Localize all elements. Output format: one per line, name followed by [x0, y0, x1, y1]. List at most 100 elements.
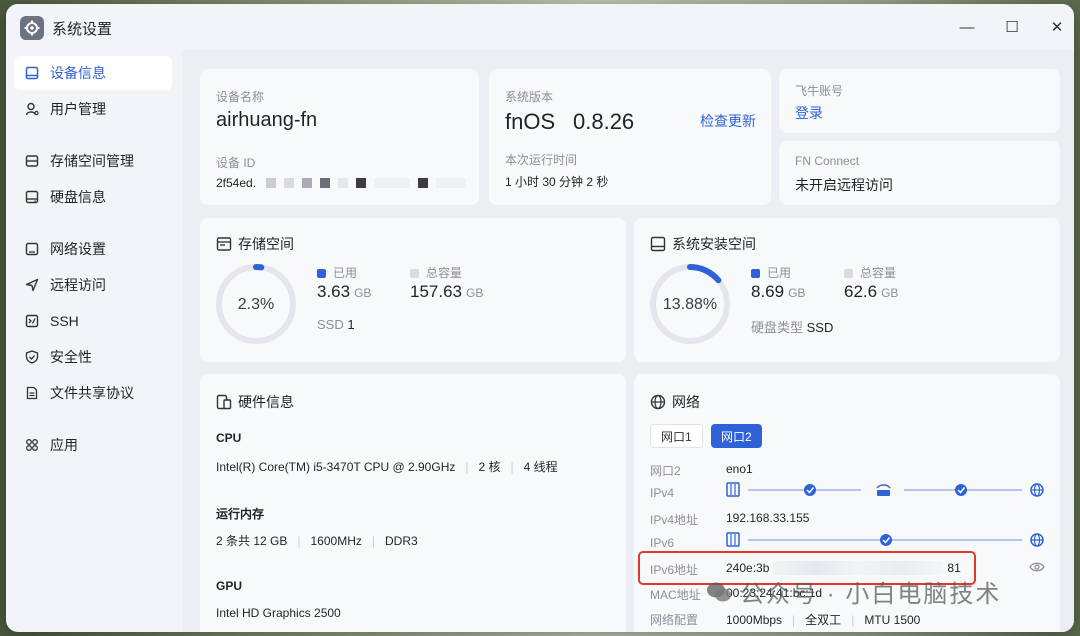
total-dot: [844, 269, 853, 279]
used-label: 已用: [767, 266, 792, 280]
system-space-card: 系统安装空间 13.88% 已用 8.69 GB 总容量 62.6 GB 硬盘类型 …: [634, 218, 1060, 362]
mem-count: 2 条共 12 GB: [216, 534, 288, 548]
cpu-model: Intel(R) Core(TM) i5-3470T CPU @ 2.90GHz: [216, 460, 456, 474]
sidebar-item-label: 安全性: [50, 349, 92, 365]
sidebar-item-label: 存储空间管理: [50, 153, 134, 169]
window-title: 系统设置: [52, 21, 113, 38]
disk-icon: [24, 189, 40, 205]
storage-card: 存储空间 2.3% 已用 3.63 GB 总容量 157.63 GB SSD 1: [200, 218, 626, 362]
ipv6-label: IPv6: [650, 536, 675, 550]
mem-freq: 1600MHz: [310, 534, 362, 548]
total-value: 157.63: [410, 282, 462, 301]
main-content: 设备名称 airhuang-fn 设备 ID 2f54ed. 系统版本 fnOS…: [182, 50, 1074, 632]
ipv6-address-label: IPv6地址: [650, 563, 699, 577]
user-icon: [24, 101, 40, 117]
total-label: 总容量: [426, 266, 463, 280]
router-icon: [876, 484, 891, 496]
ipv4-address: 192.168.33.155: [726, 511, 810, 525]
os-name: fnOS: [505, 109, 556, 134]
disk-type-value: SSD: [806, 320, 834, 335]
system-total: 62.6 GB: [844, 282, 898, 302]
device-name-label: 设备名称: [216, 90, 265, 104]
total-dot: [410, 269, 419, 279]
minimize-button[interactable]: —: [956, 16, 978, 38]
os-version: 0.8.26: [573, 109, 635, 134]
sidebar-item-security[interactable]: 安全性: [14, 340, 172, 374]
version-card: 系统版本 fnOS 0.8.26 检查更新 本次运行时间 1 小时 30 分钟 …: [489, 69, 771, 205]
used-dot: [751, 269, 760, 279]
system-disk-type: 硬盘类型 SSD: [751, 317, 833, 336]
remote-icon: [24, 277, 40, 293]
used-value: 8.69: [751, 282, 785, 301]
system-used-legend: 已用: [751, 264, 791, 281]
sidebar-item-label: 用户管理: [50, 101, 106, 117]
gpu-label: GPU: [216, 579, 243, 593]
network-icon: [24, 241, 40, 257]
ipv4-label: IPv4: [650, 486, 675, 500]
network-title-text: 网络: [672, 394, 700, 410]
sidebar-item-remote[interactable]: 远程访问: [14, 268, 172, 302]
eye-icon[interactable]: [1029, 560, 1045, 579]
sidebar-item-device-info[interactable]: 设备信息: [14, 56, 172, 90]
uptime-label: 本次运行时间: [505, 153, 578, 167]
device-card: 设备名称 airhuang-fn 设备 ID 2f54ed.: [200, 69, 479, 205]
sidebar-item-network[interactable]: 网络设置: [14, 232, 172, 266]
storage-icon: [24, 153, 40, 169]
used-unit: GB: [354, 286, 372, 300]
used-unit: GB: [788, 286, 806, 300]
ipv6-suffix: 81: [947, 561, 961, 575]
memory-label: 运行内存: [216, 507, 265, 521]
ssh-icon: [24, 313, 40, 329]
apps-icon: [24, 437, 40, 453]
sidebar-item-apps[interactable]: 应用: [14, 428, 172, 462]
version-label: 系统版本: [505, 90, 554, 104]
port-label: 网口2: [650, 464, 681, 478]
device-icon: [24, 65, 40, 81]
account-card: 飞牛账号 登录: [779, 69, 1060, 133]
login-link[interactable]: 登录: [795, 103, 823, 123]
used-label: 已用: [333, 266, 358, 280]
device-name: airhuang-fn: [216, 109, 318, 131]
cpu-threads: 4 线程: [523, 460, 558, 474]
disk-count: 1: [347, 317, 355, 332]
storage-total-legend: 总容量: [410, 264, 462, 281]
device-icon: [726, 482, 740, 497]
storage-used: 3.63 GB: [317, 282, 371, 302]
redacted-id: [266, 178, 467, 188]
sidebar-item-storage[interactable]: 存储空间管理: [14, 144, 172, 178]
port-value: eno1: [726, 462, 753, 476]
storage-total: 157.63 GB: [410, 282, 483, 302]
uptime-value: 1 小时 30 分钟 2 秒: [505, 175, 609, 189]
system-space-title-text: 系统安装空间: [672, 236, 756, 252]
system-used: 8.69 GB: [751, 282, 805, 302]
shield-icon: [24, 349, 40, 365]
sidebar-item-file-share[interactable]: 文件共享协议: [14, 376, 172, 410]
maximize-button[interactable]: ☐: [1001, 16, 1023, 38]
check-update-link[interactable]: 检查更新: [700, 111, 756, 131]
storage-disk-info: SSD 1: [317, 317, 355, 332]
check-icon: [804, 484, 816, 496]
tab-port1[interactable]: 网口1: [650, 424, 703, 448]
ipv4-address-label: IPv4地址: [650, 513, 699, 527]
tab-port2[interactable]: 网口2: [711, 424, 762, 448]
storage-title-text: 存储空间: [238, 236, 294, 252]
fn-connect-card: FN Connect 未开启远程访问: [779, 141, 1060, 205]
sidebar-item-label: 应用: [50, 437, 78, 453]
storage-percent: 2.3%: [237, 296, 275, 313]
sidebar-item-disk[interactable]: 硬盘信息: [14, 180, 172, 214]
sidebar-item-label: 网络设置: [50, 241, 106, 257]
speed: 1000Mbps: [726, 613, 783, 627]
sidebar-item-label: 硬盘信息: [50, 189, 106, 205]
device-id-row: 2f54ed.: [216, 176, 467, 190]
close-button[interactable]: ✕: [1046, 16, 1068, 38]
sidebar-item-users[interactable]: 用户管理: [14, 92, 172, 126]
sidebar-item-ssh[interactable]: SSH: [14, 304, 172, 338]
network-title: 网络: [650, 392, 700, 412]
cpu-info: Intel(R) Core(TM) i5-3470T CPU @ 2.90GHz…: [216, 460, 558, 474]
storage-icon: [216, 236, 232, 252]
hardware-title: 硬件信息: [216, 392, 294, 412]
memory-info: 2 条共 12 GB | 1600MHz | DDR3: [216, 534, 418, 548]
globe-icon: [1030, 483, 1044, 497]
disk-type: SSD: [317, 317, 344, 332]
sidebar-item-label: 远程访问: [50, 277, 106, 293]
